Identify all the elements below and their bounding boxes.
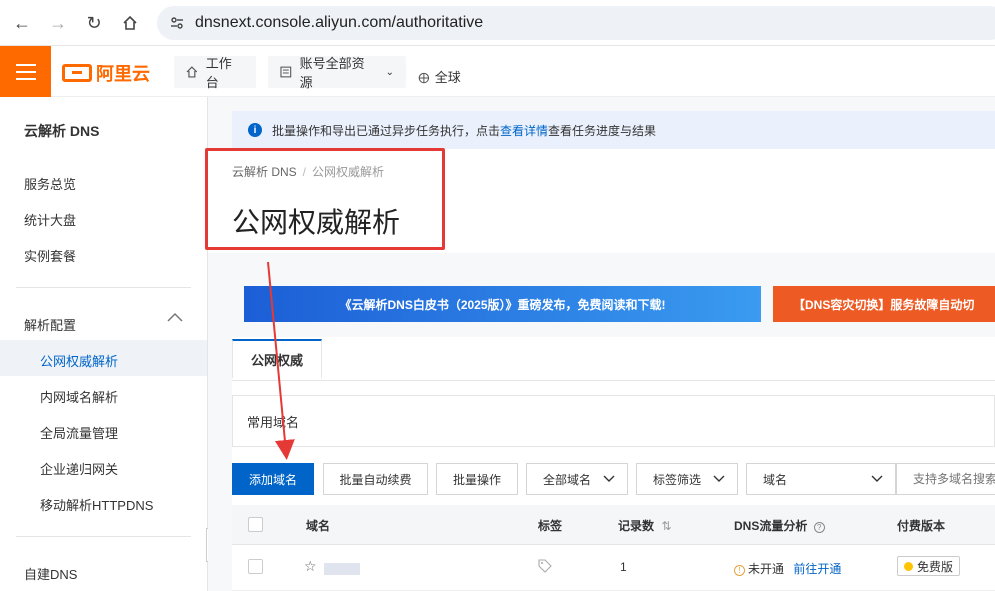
domain-panel: 公网权威 常用域名 添加域名 批量自动续费 批量操作 全部域名 标签筛选 域名 … [232,337,995,591]
sidebar-item-dashboard[interactable]: 统计大盘 [24,210,76,229]
favorite-domains: 常用域名 [232,395,995,447]
col-edition: 付费版本 [897,519,946,533]
chevron-down-icon: ⌄ [385,66,394,78]
table-header: 域名 标签 记录数 ⇅ DNS流量分析 ? 付费版本 [232,505,995,545]
row-checkbox[interactable] [248,559,263,574]
record-count[interactable]: 1 [620,560,627,574]
back-icon[interactable]: ← [10,11,34,35]
home-icon[interactable] [118,11,142,35]
async-task-notice: i 批量操作和导出已通过异步任务执行，点击 查看详情 查看任务进度与结果 [232,111,995,149]
menu-icon[interactable] [0,46,51,97]
col-dns-analysis: DNS流量分析 ? [734,517,825,534]
sidebar-item-httpdns[interactable]: 移动解析HTTPDNS [40,495,153,514]
logo-mark-icon [62,64,92,82]
col-tags: 标签 [538,519,563,533]
info-icon: i [248,123,262,137]
sidebar: 云解析 DNS 服务总览 统计大盘 实例套餐 解析配置 公网权威解析 内网域名解… [0,97,208,591]
sidebar-divider [16,287,191,288]
tab-public-authoritative[interactable]: 公网权威 [232,339,322,379]
list-icon [280,66,292,78]
select-all-checkbox[interactable] [248,517,263,532]
enable-analysis-link[interactable]: 前往开通 [793,562,841,576]
sort-icon[interactable]: ⇅ [661,519,671,533]
site-settings-icon[interactable] [169,15,185,31]
tag-icon[interactable] [538,559,552,576]
dns-analysis-cell: ! 未开通 前往开通 [734,560,841,577]
resources-dropdown[interactable]: 账号全部资源 ⌄ [268,56,406,90]
aliyun-logo[interactable]: 阿里云 [62,60,150,86]
globe-icon: 🜨 [418,70,430,86]
col-domain: 域名 [306,519,331,533]
url-text: dnsnext.console.aliyun.com/authoritative [195,14,484,31]
table-row: ☆ 1 ! 未开通 前往开通 免费版 [232,545,995,591]
add-domain-button[interactable]: 添加域名 [232,463,314,495]
failover-banner[interactable]: 【DNS容灾切换】服务故障自动切 [773,286,995,322]
sidebar-item-gtm[interactable]: 全局流量管理 [40,423,118,442]
sidebar-item-recursive-gateway[interactable]: 企业递归网关 [40,459,118,478]
star-icon[interactable]: ☆ [304,558,317,575]
forward-icon[interactable]: → [46,11,70,35]
chevron-down-icon [603,475,615,482]
col-records[interactable]: 记录数 ⇅ [618,517,671,534]
sidebar-divider [16,536,191,537]
help-icon[interactable]: ? [813,522,825,533]
address-bar[interactable]: dnsnext.console.aliyun.com/authoritative [157,6,995,40]
reload-icon[interactable]: ↻ [82,11,106,35]
sidebar-item-self-dns[interactable]: 自建DNS [24,564,77,583]
chevron-down-icon [713,475,725,482]
chevron-up-icon[interactable] [166,311,184,326]
warning-icon: ! [734,565,745,576]
domain-search-input[interactable] [896,463,995,495]
all-domains-dropdown[interactable]: 全部域名 [526,463,628,495]
view-details-link[interactable]: 查看详情 [500,122,548,139]
search-field-dropdown[interactable]: 域名 [746,463,896,495]
chevron-down-icon [871,475,883,482]
sidebar-group-resolution[interactable]: 解析配置 [24,315,76,334]
sidebar-item-overview[interactable]: 服务总览 [24,174,76,193]
domain-name-redacted[interactable] [324,563,360,575]
annotation-highlight-box [205,148,445,250]
tag-filter-dropdown[interactable]: 标签筛选 [636,463,738,495]
home-icon [186,66,198,78]
edition-icon [904,561,913,571]
sidebar-item-private-zone[interactable]: 内网域名解析 [40,387,118,406]
sidebar-item-public-authoritative[interactable]: 公网权威解析 [40,351,118,370]
whitepaper-banner[interactable]: 《云解析DNS白皮书（2025版）》重磅发布，免费阅读和下载! [244,286,761,322]
auto-renew-button[interactable]: 批量自动续费 [323,463,428,495]
sidebar-title: 云解析 DNS [24,123,100,139]
browser-toolbar: ← → ↻ dnsnext.console.aliyun.com/authori… [0,0,995,46]
region-selector[interactable]: 🜨 全球 [418,62,461,91]
sidebar-item-instances[interactable]: 实例套餐 [24,246,76,265]
console-topbar: 阿里云 工作台 账号全部资源 ⌄ 🜨 全球 [0,46,995,97]
edition-badge[interactable]: 免费版 [897,556,961,576]
workbench-button[interactable]: 工作台 [174,56,256,90]
batch-ops-button[interactable]: 批量操作 [436,463,518,495]
